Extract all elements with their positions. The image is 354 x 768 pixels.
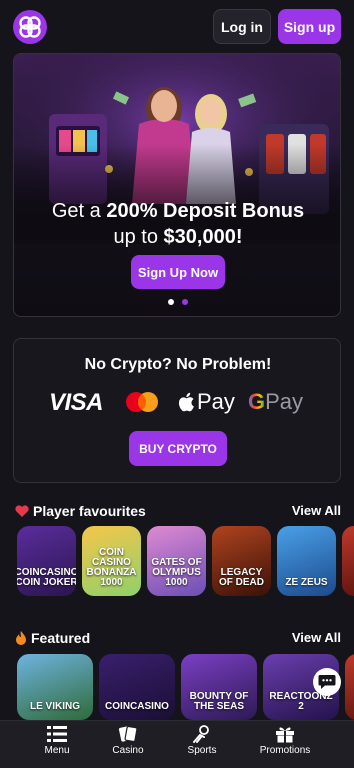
nav-promotions[interactable]: Promotions [256, 725, 314, 765]
crypto-title: No Crypto? No Problem! [84, 356, 272, 373]
game-title: COINCASINO COIN JOKER [17, 567, 76, 588]
game-title: COIN CASINO BONANZA 1000 [86, 547, 137, 588]
game-tile[interactable]: COIN CASINO BONANZA 1000 [82, 526, 141, 596]
favourites-row: COINCASINO COIN JOKER COIN CASINO BONANZA… [0, 526, 354, 598]
nav-promotions-label: Promotions [259, 745, 311, 756]
gift-icon [276, 727, 294, 743]
carousel-dot[interactable] [168, 299, 174, 305]
featured-view-all[interactable]: View All [292, 630, 341, 645]
game-title: LE VIKING [29, 701, 80, 712]
fire-icon [16, 631, 26, 645]
game-tile[interactable]: ZE ZEUS [277, 526, 336, 596]
game-title: BOUNTY OF THE SEAS [189, 691, 249, 712]
nav-sports-label: Sports [187, 745, 217, 756]
game-title: GATES OF OLYMPUS 1000 [151, 557, 202, 588]
chat-bubble-icon[interactable] [313, 668, 341, 696]
carousel-dot-active[interactable] [182, 299, 188, 305]
game-tile[interactable] [345, 654, 354, 720]
sports-icon [193, 725, 209, 743]
signup-button[interactable]: Sign up [278, 9, 341, 44]
buy-crypto-button[interactable]: BUY CRYPTO [129, 431, 227, 466]
cards-icon [118, 725, 138, 743]
game-tile[interactable]: BOUNTY OF THE SEAS [181, 654, 257, 720]
menu-icon [47, 726, 67, 742]
login-button[interactable]: Log in [213, 9, 271, 44]
game-tile[interactable]: GATES OF OLYMPUS 1000 [147, 526, 206, 596]
hero-title: Get a 200% Deposit Bonus [51, 200, 305, 222]
featured-title: Featured [15, 630, 90, 646]
featured-row: LE VIKING COINCASINO BOUNTY OF THE SEAS REA… [0, 654, 354, 720]
google-pay-logo: G Pay [248, 389, 304, 414]
favourites-title: Player favourites [15, 503, 146, 519]
game-title: LEGACY OF DEAD [219, 567, 264, 588]
favourites-view-all[interactable]: View All [292, 503, 341, 518]
hero-banner[interactable]: Get a 200% Deposit Bonus up to $30,000! … [13, 53, 341, 317]
buy-crypto-card: No Crypto? No Problem! VISA Pay G Pay BUY… [13, 338, 341, 483]
visa-logo: VISA [49, 389, 104, 416]
nav-sports[interactable]: Sports [182, 725, 222, 765]
featured-header: Featured View All [15, 630, 341, 650]
heart-icon [15, 505, 29, 517]
payment-methods: VISA Pay G Pay [14, 387, 342, 419]
nav-casino[interactable]: Casino [108, 725, 148, 765]
hero-signup-button[interactable]: Sign Up Now [131, 255, 225, 289]
game-title: REACTOONZ 2 [269, 691, 333, 712]
game-tile[interactable]: LE VIKING [17, 654, 93, 720]
favourites-header: Player favourites View All [15, 503, 341, 523]
bottom-nav: Menu Casino Sports Promotions [0, 720, 354, 768]
game-title: COINCASINO [105, 701, 169, 712]
nav-casino-label: Casino [112, 745, 144, 756]
apple-icon [178, 392, 194, 412]
coincasino-logo-icon[interactable] [13, 10, 47, 44]
apple-pay-logo: Pay [177, 389, 235, 415]
hero-subtitle: up to $30,000! [113, 226, 243, 248]
game-tile[interactable]: COINCASINO [99, 654, 175, 720]
mastercard-logo-icon [126, 392, 158, 412]
game-tile[interactable]: LEGACY OF DEAD [212, 526, 271, 596]
game-tile[interactable] [342, 526, 354, 596]
nav-menu[interactable]: Menu [38, 725, 76, 765]
top-bar: Log in Sign up [0, 0, 354, 52]
game-tile[interactable]: COINCASINO COIN JOKER [17, 526, 76, 596]
nav-menu-label: Menu [44, 745, 70, 756]
game-title: ZE ZEUS [285, 577, 328, 588]
